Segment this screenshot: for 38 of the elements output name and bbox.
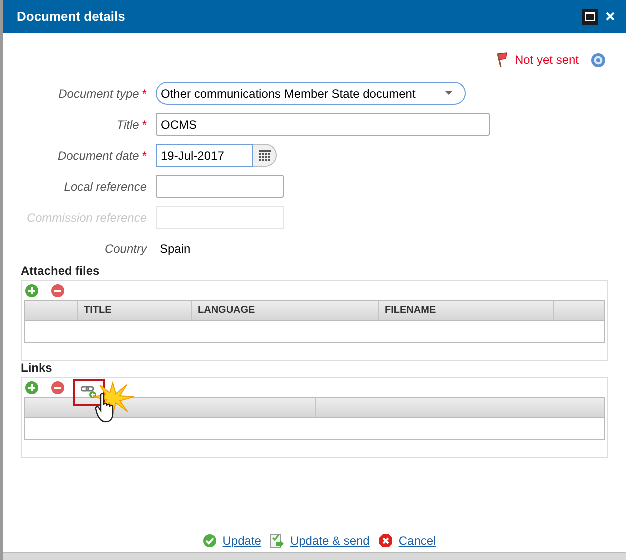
help-icon	[591, 52, 606, 68]
field-value: Spain	[159, 240, 191, 258]
add-icon[interactable]	[25, 381, 39, 395]
caret-icon	[445, 91, 453, 96]
send-link[interactable]: Update & send	[290, 532, 370, 550]
remove-icon[interactable]	[51, 381, 65, 395]
input-field[interactable]: OCMS	[156, 113, 490, 136]
remove-icon[interactable]	[51, 284, 65, 298]
status-text: Not yet sent	[514, 52, 579, 69]
column-header: FILENAME	[379, 301, 554, 320]
field-label: Local reference	[64, 178, 147, 196]
window-title: Document details	[17, 8, 126, 26]
calendar-button[interactable]	[253, 144, 277, 167]
close-button[interactable]	[604, 10, 616, 22]
field-label: Document date	[58, 148, 140, 164]
calendar-icon	[258, 150, 270, 162]
dropdown[interactable]: Other communications Member State document	[156, 82, 466, 105]
column-header: TITLE	[78, 301, 192, 320]
check-icon	[202, 534, 218, 548]
field-label: Title	[116, 116, 140, 134]
cancel-icon	[378, 534, 394, 548]
add-icon[interactable]	[25, 284, 39, 298]
cancel-link[interactable]: Cancel	[398, 532, 436, 550]
flag-icon	[494, 52, 509, 68]
window-icon	[585, 12, 595, 21]
field-label: Document type	[58, 86, 140, 102]
date-field[interactable]: 19-Jul-2017	[156, 144, 253, 167]
input-field[interactable]	[156, 175, 284, 198]
required-mark: *	[142, 116, 147, 134]
column-header: LANGUAGE	[192, 301, 379, 320]
field-label: Country	[104, 240, 147, 258]
section-heading: Attached files	[20, 264, 101, 278]
update-link[interactable]: Update	[222, 532, 262, 550]
document-arrow-icon	[270, 534, 286, 548]
required-mark: *	[142, 148, 147, 164]
required-mark: *	[142, 86, 147, 102]
maximize-button[interactable]	[582, 8, 598, 24]
section-heading: Links	[20, 361, 54, 375]
